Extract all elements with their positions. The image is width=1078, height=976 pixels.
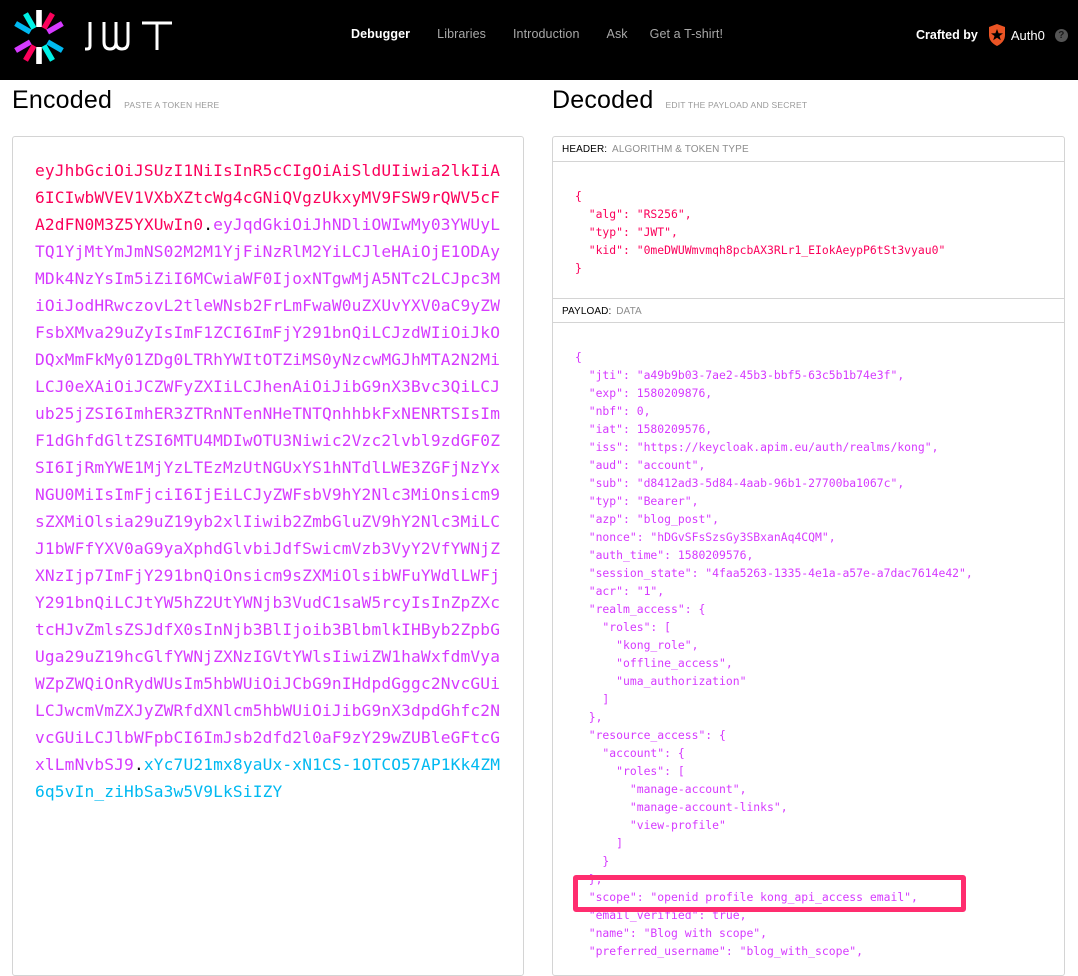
payload-section-desc: DATA	[616, 306, 642, 317]
json-line: },	[575, 872, 603, 886]
json-line: "nbf": 0,	[575, 404, 651, 418]
json-line: "typ": "Bearer",	[575, 494, 699, 508]
json-line: "manage-account",	[575, 782, 747, 796]
decoded-title: Decoded	[552, 86, 654, 114]
json-line: "preferred_username": "blog_with_scope",	[575, 944, 864, 958]
token-separator: .	[133, 755, 144, 774]
json-line: "kong_role",	[575, 638, 699, 652]
json-line: "realm_access": {	[575, 602, 706, 616]
json-line: "session_state": "4faa5263-1335-4e1a-a57…	[575, 566, 973, 580]
payload-section-title: PAYLOAD: DATA	[553, 298, 1064, 323]
json-line: {	[575, 350, 582, 364]
encoded-token-input[interactable]: eyJhbGciOiJSUzI1NiIsInR5cCIgOiAiSldUIiwi…	[12, 136, 524, 976]
json-line: "alg": "RS256",	[575, 207, 692, 221]
nav-libraries[interactable]: Libraries	[437, 27, 486, 41]
json-line: "sub": "d8412ad3-5d84-4aab-96b1-27700ba1…	[575, 476, 905, 490]
encoded-token-text[interactable]: eyJhbGciOiJSUzI1NiIsInR5cCIgOiAiSldUIiwi…	[35, 157, 505, 805]
token-payload-part: eyJqdGkiOiJhNDliOWIwMy03YWUyLTQ1YjMtYmJm…	[35, 215, 501, 774]
json-line: "account": {	[575, 746, 685, 760]
header-section-desc: ALGORITHM & TOKEN TYPE	[612, 144, 749, 155]
json-line: },	[575, 710, 603, 724]
json-line: "name": "Blog with scope",	[575, 926, 768, 940]
json-line: {	[575, 189, 582, 203]
json-line: "acr": "1",	[575, 584, 665, 598]
nav-links: Debugger Libraries Introduction Ask Get …	[351, 27, 750, 41]
auth0-shield-icon	[988, 24, 1005, 46]
json-line: "azp": "blog_post",	[575, 512, 720, 526]
decoded-subtitle: EDIT THE PAYLOAD AND SECRET	[665, 100, 808, 110]
json-line: "resource_access": {	[575, 728, 726, 742]
auth0-label: Auth0	[1010, 27, 1045, 43]
decoded-panel: HEADER: ALGORITHM & TOKEN TYPE { "alg": …	[552, 136, 1065, 976]
header-section-title: HEADER: ALGORITHM & TOKEN TYPE	[553, 137, 1064, 162]
json-line: }	[575, 261, 582, 275]
token-separator: .	[203, 215, 214, 234]
json-line: "auth_time": 1580209576,	[575, 548, 754, 562]
json-line: "roles": [	[575, 620, 672, 634]
decoded-heading: Decoded EDIT THE PAYLOAD AND SECRET	[552, 86, 807, 115]
json-line: "uma_authorization"	[575, 674, 747, 688]
json-line: "exp": 1580209876,	[575, 386, 713, 400]
json-line: "view-profile"	[575, 818, 726, 832]
json-line: "nonce": "hDGvSFsSzsGy3SBxanAq4CQM",	[575, 530, 836, 544]
json-line: "roles": [	[575, 764, 685, 778]
nav-introduction[interactable]: Introduction	[513, 27, 580, 41]
nav-debugger[interactable]: Debugger	[351, 27, 410, 41]
json-line: "offline_access",	[575, 656, 733, 670]
jwt-wordmark[interactable]	[84, 20, 176, 52]
encoded-heading: Encoded PASTE A TOKEN HERE	[12, 86, 219, 115]
json-line: ]	[575, 836, 624, 850]
jwt-logo-icon[interactable]	[10, 8, 68, 66]
encoded-title: Encoded	[12, 86, 113, 114]
crafted-by-auth0[interactable]: Crafted by Auth0 ?	[916, 24, 1068, 46]
top-navbar: Debugger Libraries Introduction Ask Get …	[0, 0, 1078, 80]
header-section-label: HEADER:	[562, 144, 608, 155]
header-json-editor[interactable]: { "alg": "RS256", "typ": "JWT", "kid": "…	[575, 187, 945, 277]
json-line: }	[575, 854, 610, 868]
payload-json-editor[interactable]: { "jti": "a49b9b03-7ae2-45b3-bbf5-63c5b1…	[575, 348, 973, 960]
crafted-by-label: Crafted by	[916, 28, 978, 42]
json-line: "aud": "account",	[575, 458, 706, 472]
json-line: "typ": "JWT",	[575, 225, 678, 239]
payload-section-label: PAYLOAD:	[562, 306, 612, 317]
json-line: "jti": "a49b9b03-7ae2-45b3-bbf5-63c5b1b7…	[575, 368, 905, 382]
json-line: ]	[575, 692, 610, 706]
json-line: "iat": 1580209576,	[575, 422, 713, 436]
encoded-subtitle: PASTE A TOKEN HERE	[124, 100, 220, 110]
nav-get-tshirt[interactable]: Get a T-shirt!	[650, 27, 723, 41]
json-line: "email_verified": true,	[575, 908, 747, 922]
json-line: "manage-account-links",	[575, 800, 788, 814]
nav-ask[interactable]: Ask	[607, 27, 628, 41]
json-line: "iss": "https://keycloak.apim.eu/auth/re…	[575, 440, 939, 454]
help-icon[interactable]: ?	[1054, 28, 1068, 42]
json-line: "kid": "0meDWUWmvmqh8pcbAX3RLr1_EIokAeyp…	[575, 243, 946, 257]
json-line: "scope": "openid profile kong_api_access…	[575, 890, 918, 904]
